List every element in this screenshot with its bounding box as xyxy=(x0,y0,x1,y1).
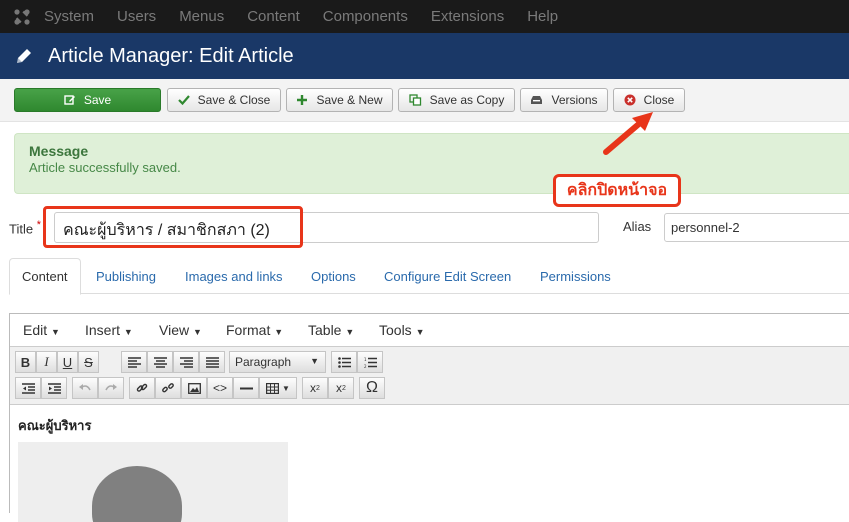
unlink-icon[interactable] xyxy=(155,377,181,399)
chevron-down-icon: ▼ xyxy=(282,383,290,393)
menu-format[interactable]: Format ▼ xyxy=(226,322,283,338)
alias-label: Alias xyxy=(623,219,652,234)
superscript-icon[interactable]: x2 xyxy=(328,377,354,399)
save-button[interactable]: Save xyxy=(14,88,161,112)
format-select[interactable]: Paragraph ▼ xyxy=(229,351,326,373)
nav-components[interactable]: Components xyxy=(323,8,408,25)
message-text: Article successfully saved. xyxy=(29,160,181,175)
tab-publishing[interactable]: Publishing xyxy=(96,258,156,294)
tab-images-links[interactable]: Images and links xyxy=(185,258,283,294)
versions-button[interactable]: Versions xyxy=(520,88,608,112)
svg-text:2: 2 xyxy=(364,364,367,368)
menu-tools[interactable]: Tools ▼ xyxy=(379,322,425,338)
title-annotation-box xyxy=(43,206,303,248)
subscript-icon[interactable]: x2 xyxy=(302,377,328,399)
image-icon[interactable] xyxy=(181,377,207,399)
nav-content[interactable]: Content xyxy=(247,8,300,25)
nav-extensions[interactable]: Extensions xyxy=(431,8,504,25)
tab-configure-edit-screen[interactable]: Configure Edit Screen xyxy=(384,258,511,294)
underline-icon[interactable]: U xyxy=(57,351,78,373)
content-image[interactable] xyxy=(18,442,288,522)
align-center-icon[interactable] xyxy=(147,351,173,373)
align-right-icon[interactable] xyxy=(173,351,199,373)
required-mark: * xyxy=(36,219,41,231)
editor-menubar: Edit ▼ Insert ▼ View ▼ Format ▼ Table ▼ … xyxy=(10,314,849,347)
page-header: Article Manager: Edit Article xyxy=(0,33,849,79)
page-title: Article Manager: Edit Article xyxy=(48,44,294,67)
nav-users[interactable]: Users xyxy=(117,8,156,25)
chevron-down-icon: ▼ xyxy=(310,356,319,366)
alias-input[interactable]: personnel-2 xyxy=(664,213,849,242)
horizontal-rule-icon[interactable] xyxy=(233,377,259,399)
tab-options[interactable]: Options xyxy=(311,258,356,294)
outdent-icon[interactable] xyxy=(15,377,41,399)
strikethrough-icon[interactable]: S xyxy=(78,351,99,373)
message-heading: Message xyxy=(29,143,89,159)
save-as-copy-button[interactable]: Save as Copy xyxy=(398,88,515,112)
copy-icon xyxy=(408,94,422,106)
nav-system[interactable]: System xyxy=(44,8,94,25)
bold-icon[interactable]: B xyxy=(15,351,36,373)
align-justify-icon[interactable] xyxy=(199,351,225,373)
svg-text:1: 1 xyxy=(364,357,367,362)
redo-icon[interactable] xyxy=(98,377,124,399)
plus-icon xyxy=(296,94,308,106)
edit-icon xyxy=(64,94,76,106)
close-circle-icon xyxy=(624,94,636,106)
editor-content[interactable]: คณะผู้บริหาร xyxy=(10,406,849,522)
title-label: Title * xyxy=(9,219,41,237)
tab-content[interactable]: Content xyxy=(9,258,81,295)
nav-help[interactable]: Help xyxy=(527,8,558,25)
pencil-icon xyxy=(0,46,48,66)
menu-view[interactable]: View ▼ xyxy=(159,322,202,338)
numbered-list-icon[interactable]: 12 xyxy=(357,351,383,373)
bullet-list-icon[interactable] xyxy=(331,351,357,373)
save-new-button[interactable]: Save & New xyxy=(286,88,393,112)
close-button[interactable]: Close xyxy=(613,88,685,112)
menu-insert[interactable]: Insert ▼ xyxy=(85,322,133,338)
italic-icon[interactable]: I xyxy=(36,351,57,373)
align-left-icon[interactable] xyxy=(121,351,147,373)
person-silhouette xyxy=(92,466,182,522)
top-navbar: System Users Menus Content Components Ex… xyxy=(0,0,849,33)
special-character-icon[interactable]: Ω xyxy=(359,377,385,399)
menu-edit[interactable]: Edit ▼ xyxy=(23,322,60,338)
success-message: Message Article successfully saved. xyxy=(14,133,849,194)
checkmark-icon xyxy=(177,94,190,106)
tab-permissions[interactable]: Permissions xyxy=(540,258,611,294)
table-icon[interactable]: ▼ xyxy=(259,377,297,399)
joomla-logo-icon[interactable] xyxy=(0,0,44,33)
content-heading: คณะผู้บริหาร xyxy=(18,418,92,433)
code-icon[interactable]: <> xyxy=(207,377,233,399)
archive-icon xyxy=(530,95,543,105)
editor-toolbar: B I U S Paragraph ▼ 12 <> ▼ x 2 x 2 Ω xyxy=(10,347,849,405)
rich-text-editor: Edit ▼ Insert ▼ View ▼ Format ▼ Table ▼ … xyxy=(9,313,849,522)
annotation-callout: คลิกปิดหน้าจอ xyxy=(553,174,681,207)
tab-bar: Content Publishing Images and links Opti… xyxy=(9,258,849,295)
save-close-button[interactable]: Save & Close xyxy=(167,88,281,112)
action-toolbar: Save Save & Close Save & New Save as Cop… xyxy=(0,79,849,122)
undo-icon[interactable] xyxy=(72,377,98,399)
nav-menus[interactable]: Menus xyxy=(179,8,224,25)
link-icon[interactable] xyxy=(129,377,155,399)
indent-icon[interactable] xyxy=(41,377,67,399)
menu-table[interactable]: Table ▼ xyxy=(308,322,354,338)
